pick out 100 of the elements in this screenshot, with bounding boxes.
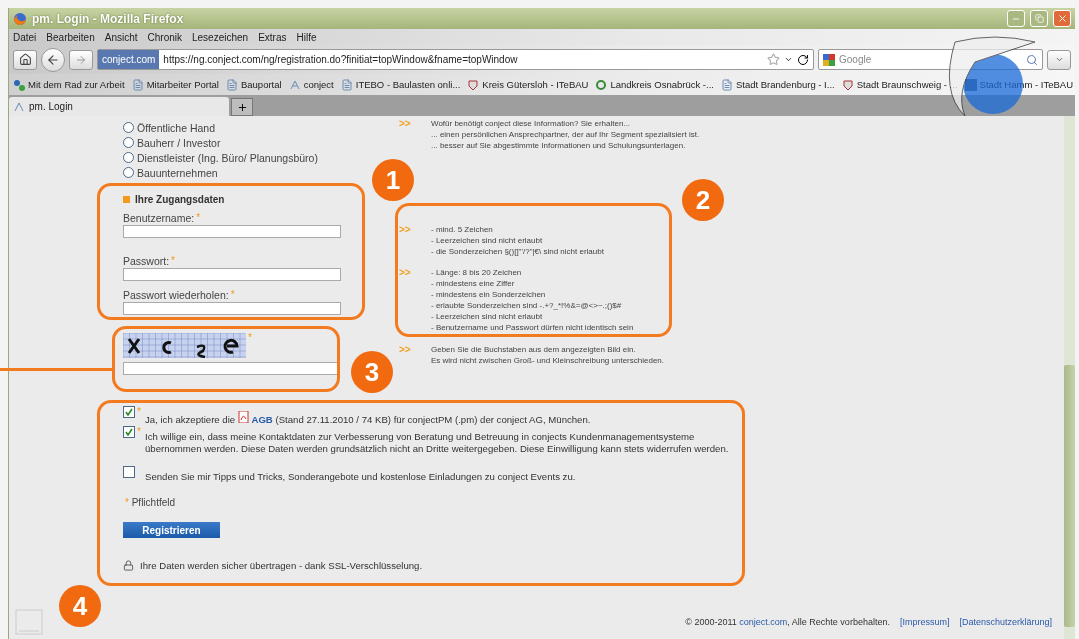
hint-line: - mindestens ein Sonderzeichen <box>431 289 547 300</box>
register-button[interactable]: Registrieren <box>123 522 220 538</box>
footer-link[interactable]: [Datenschutzerklärung] <box>959 617 1052 627</box>
home-button[interactable] <box>13 49 37 70</box>
page-icon <box>340 78 353 91</box>
compass-icon <box>13 100 25 113</box>
ssl-note: Ihre Daten werden sicher übertragen - dank SSL-Verschlüsselung. <box>140 560 423 571</box>
crest-icon <box>841 78 854 91</box>
browser-tab[interactable]: pm. Login <box>9 97 229 116</box>
search-icon[interactable] <box>1026 53 1038 66</box>
menu-item[interactable]: Bearbeiten <box>46 31 95 43</box>
hint-line: ... einen persönlichen Ansprechpartner, der auf Ihr Segment spezialisiert ist. <box>431 129 700 140</box>
agb-link[interactable]: AGB <box>251 414 273 425</box>
required-mark: * <box>137 406 141 417</box>
hint-line: - mindestens eine Ziffer <box>431 278 516 289</box>
bookmark-item[interactable]: ITEBO - Baulasten onli... <box>340 78 461 91</box>
crest-icon <box>467 78 480 91</box>
bookmark-item[interactable]: conject <box>288 78 334 91</box>
hint-line: Wofür benötigt conject diese Information? Sie erhalten... <box>431 118 632 129</box>
dots-icon <box>13 78 25 91</box>
compass-icon <box>288 78 301 91</box>
logo-icon <box>15 609 43 635</box>
required-note: * Pflichtfeld <box>124 497 177 508</box>
bookmark-item[interactable]: Mitarbeiter Portal <box>131 78 219 91</box>
address-field[interactable]: conject.com https://ng.conject.com/ng/registration.do?finitiat=topWindow&fname=topWindow <box>97 49 814 70</box>
restore-button[interactable] <box>1030 10 1048 27</box>
bookmark-item[interactable]: Stadt Brandenburg - I... <box>720 78 835 91</box>
input-field[interactable] <box>123 268 341 281</box>
segment-radio[interactable]: Bauherr / Investor <box>123 135 221 150</box>
hint-line: - erlaubte Sonderzeichen sind -.+?_*!%&=@<>~.;()$# <box>431 300 623 311</box>
consent-text: Ja, ich akzeptiere die AGB (Stand 27.11.2010 / 74 KB) für conjectPM (.pm) der conject AG, München. <box>145 406 591 426</box>
url-text: https://ng.conject.com/ng/registration.do?finitiat=topWindow&fname=topWindow <box>163 54 519 65</box>
lock-icon <box>123 560 134 571</box>
hint-line: - die Sonderzeichen §()[]"'/?"|€\ sind nicht erlaubt <box>431 246 604 257</box>
bookmark-item[interactable]: Mit dem Rad zur Arbeit <box>13 78 125 91</box>
menu-item[interactable]: Extras <box>258 31 287 43</box>
addon-button[interactable] <box>1047 49 1071 70</box>
plus-icon <box>236 101 248 113</box>
footer-link[interactable]: [Impressum] <box>899 617 950 627</box>
back-icon <box>46 52 60 67</box>
field-label: Passwort: * <box>123 254 176 268</box>
captcha-input-field[interactable] <box>123 362 338 375</box>
menu-item[interactable]: Ansicht <box>104 31 138 43</box>
menu-item[interactable]: Datei <box>13 31 37 43</box>
window-title: pm. Login - Mozilla Firefox <box>32 11 185 26</box>
close-icon <box>1056 13 1068 24</box>
required-mark: * <box>171 255 175 266</box>
arrow-marker: >> <box>399 344 412 357</box>
required-mark: * <box>248 332 252 345</box>
page-icon <box>131 78 144 91</box>
segment-radio[interactable]: Dienstleister (Ing. Büro/ Planungsbüro) <box>123 150 318 165</box>
bookmark-item[interactable]: Stadt Braunschweig - ... <box>841 78 958 91</box>
checkbox[interactable] <box>123 466 135 478</box>
bookmark-item[interactable]: Kreis Gütersloh - ITeBAU <box>467 78 589 91</box>
site-identity-badge[interactable]: conject.com <box>98 50 160 69</box>
home-icon <box>18 53 32 66</box>
menu-item[interactable]: Lesezeichen <box>192 31 249 43</box>
required-mark: * <box>137 426 141 437</box>
field-label: Benutzername: * <box>123 211 202 225</box>
hint-line: - mind. 5 Zeichen <box>431 224 494 235</box>
arrow-marker: >> <box>399 224 412 237</box>
consent-text: Ich willige ein, dass meine Kontaktdaten zur Verbesserung von Beratung und Betreuung in conjects Kundenmanagementsysteme übernommen werden. Diese Daten werden grundsätzlich nicht an Dritte weitergegeben. Diese Einwilligung kann stets widerrufen werden. <box>145 430 730 455</box>
new-tab-button[interactable] <box>231 98 253 116</box>
checkbox[interactable] <box>123 406 135 418</box>
segment-radio[interactable]: Bauunternehmen <box>123 165 218 180</box>
forward-icon <box>75 53 87 66</box>
dropdown-icon[interactable] <box>784 55 793 64</box>
arrow-marker: >> <box>399 118 412 131</box>
hint-line: ... besser auf Sie abgestimmte Informationen und Schulungsunterlagen. <box>431 140 687 151</box>
checkbox[interactable] <box>123 426 135 438</box>
bullet-icon <box>123 195 130 203</box>
hint-line: - Länge: 8 bis 20 Zeichen <box>431 267 523 278</box>
arrow-marker: >> <box>399 267 412 280</box>
page-icon <box>720 78 733 91</box>
hint-line: - Benutzername und Passwort dürfen nicht identisch sein <box>431 322 634 333</box>
ring-icon <box>595 78 608 91</box>
required-mark: * <box>230 289 235 300</box>
consent-text: Senden Sie mir Tipps und Tricks, Sonderangebote und kostenlose Einladungen zu conject Events zu. <box>145 470 576 483</box>
reload-icon[interactable] <box>797 53 809 66</box>
search-placeholder: Google <box>839 54 873 65</box>
scrollbar[interactable] <box>1064 116 1075 639</box>
star-icon[interactable] <box>767 53 780 66</box>
restore-icon <box>1034 14 1044 23</box>
input-field[interactable] <box>123 302 341 315</box>
close-button[interactable] <box>1053 10 1071 27</box>
caret-icon <box>1054 55 1064 64</box>
input-field[interactable] <box>123 225 341 238</box>
pdf-icon <box>237 411 249 423</box>
bookmark-item[interactable]: Landkreis Osnabrück -... <box>595 78 714 91</box>
minimize-button[interactable] <box>1007 10 1025 27</box>
menu-item[interactable]: Hilfe <box>296 31 317 43</box>
segment-radio[interactable]: Öffentliche Hand <box>123 120 216 135</box>
firefox-icon <box>13 11 27 26</box>
hint-line: - Leerzeichen sind nicht erlaubt <box>431 235 544 246</box>
forward-button[interactable] <box>69 49 93 70</box>
hint-line: - Leerzeichen sind nicht erlaubt <box>431 311 544 322</box>
section-heading: Ihre Zugangsdaten <box>135 193 225 205</box>
menu-item[interactable]: Chronik <box>147 31 182 43</box>
bookmark-item[interactable]: Bauportal <box>225 78 282 91</box>
page-icon <box>225 78 238 91</box>
